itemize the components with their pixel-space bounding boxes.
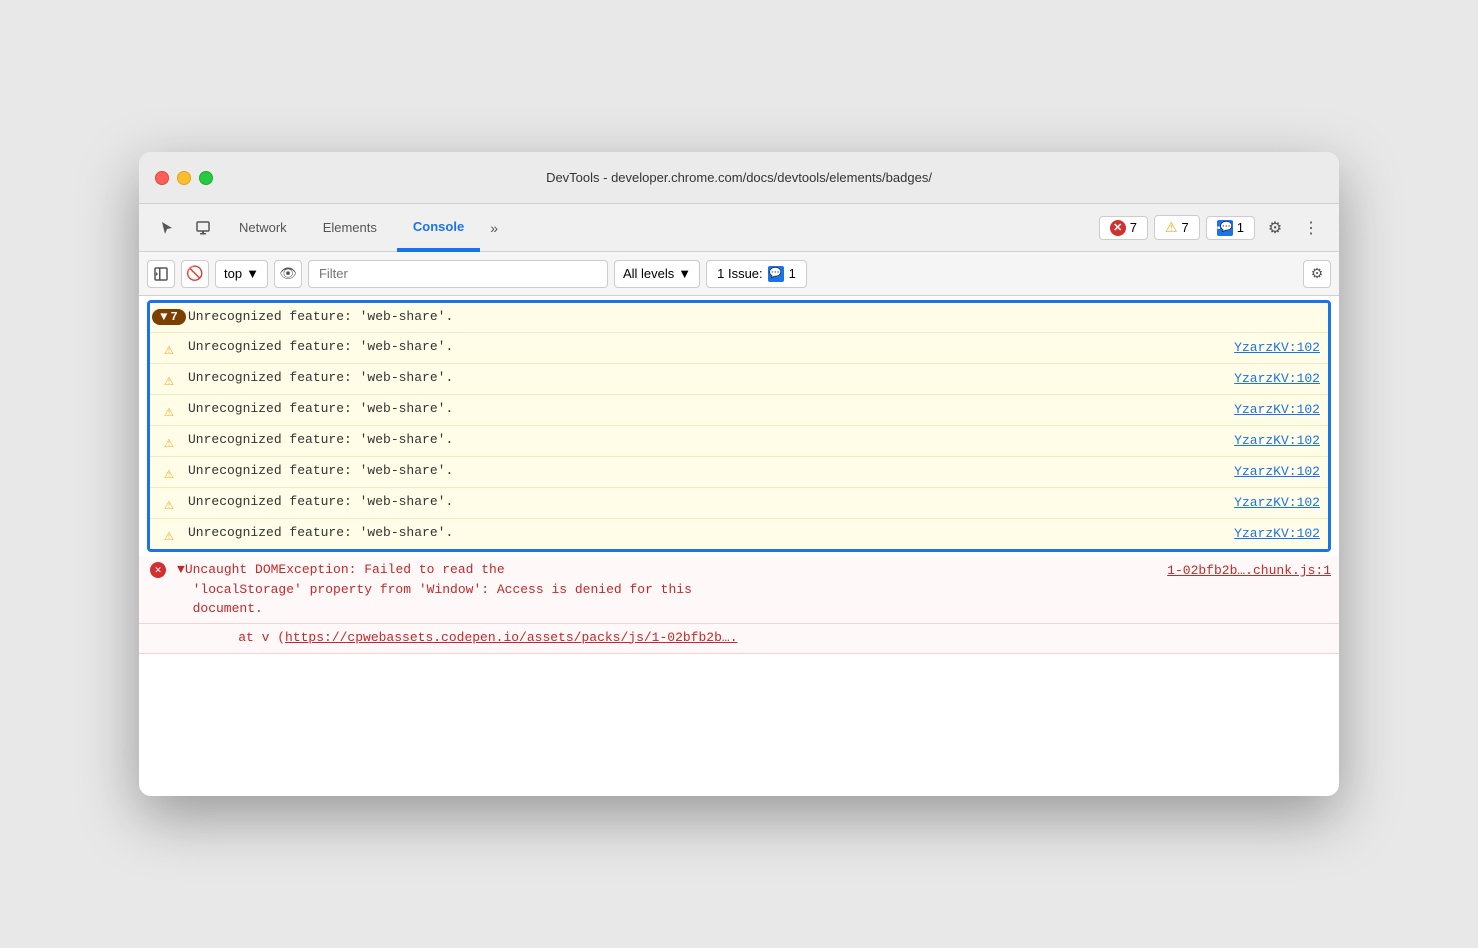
- warn-link-7[interactable]: YzarzKV:102: [1234, 526, 1320, 541]
- group-header-row[interactable]: ▼ 7 Unrecognized feature: 'web-share'.: [150, 303, 1328, 333]
- error-row: ✕ ▼Uncaught DOMException: Failed to read…: [139, 556, 1339, 624]
- warn-badge[interactable]: ⚠ 7: [1154, 215, 1200, 240]
- warn-text-2: Unrecognized feature: 'web-share'.: [188, 368, 1226, 388]
- warn-icon-5: ⚠: [158, 463, 180, 483]
- more-tabs-button[interactable]: »: [484, 216, 504, 240]
- warn-link-2[interactable]: YzarzKV:102: [1234, 371, 1320, 386]
- more-options-icon[interactable]: ⋮: [1295, 212, 1327, 244]
- warn-link-3[interactable]: YzarzKV:102: [1234, 402, 1320, 417]
- eye-icon[interactable]: 👁: [274, 260, 302, 288]
- error-badge[interactable]: ✕ 7: [1099, 216, 1148, 240]
- warn-icon-3: ⚠: [158, 401, 180, 421]
- warn-text-6: Unrecognized feature: 'web-share'.: [188, 492, 1226, 512]
- warn-icon-7: ⚠: [158, 525, 180, 545]
- devtools-tabbar: Network Elements Console » ✕ 7 ⚠ 7: [139, 204, 1339, 252]
- group-header-text: Unrecognized feature: 'web-share'.: [188, 307, 1320, 327]
- error-icon: ✕: [1110, 220, 1126, 236]
- warn-icon-2: ⚠: [158, 370, 180, 390]
- msg-badge[interactable]: 💬 1: [1206, 216, 1255, 240]
- warn-link-4[interactable]: YzarzKV:102: [1234, 433, 1320, 448]
- group-collapse-icon[interactable]: ▼ 7: [158, 309, 180, 325]
- warn-row-6: ⚠ Unrecognized feature: 'web-share'. Yza…: [150, 488, 1328, 519]
- error-text: ▼Uncaught DOMException: Failed to read t…: [177, 560, 1159, 619]
- log-levels-selector[interactable]: All levels ▼: [614, 260, 700, 288]
- traffic-lights: [155, 171, 213, 185]
- error-subrow: at v (https://cpwebassets.codepen.io/ass…: [139, 624, 1339, 654]
- close-button[interactable]: [155, 171, 169, 185]
- warn-count: 7: [1182, 220, 1189, 235]
- context-dropdown-icon: ▼: [246, 266, 259, 281]
- error-subtext: at v (https://cpwebassets.codepen.io/ass…: [175, 628, 1331, 648]
- titlebar: DevTools - developer.chrome.com/docs/dev…: [139, 152, 1339, 204]
- warn-icon: ⚠: [1165, 219, 1178, 236]
- error-link[interactable]: 1-02bfb2b….chunk.js:1: [1167, 563, 1331, 578]
- warn-row-1: ⚠ Unrecognized feature: 'web-share'. Yza…: [150, 333, 1328, 364]
- warn-link-6[interactable]: YzarzKV:102: [1234, 495, 1320, 510]
- warning-group-box: ▼ 7 Unrecognized feature: 'web-share'. ⚠…: [147, 300, 1331, 552]
- warn-text-5: Unrecognized feature: 'web-share'.: [188, 461, 1226, 481]
- error-sub-link[interactable]: https://cpwebassets.codepen.io/assets/pa…: [285, 630, 737, 645]
- tab-elements[interactable]: Elements: [307, 212, 393, 244]
- error-icon-row: ✕: [147, 562, 169, 578]
- window-title: DevTools - developer.chrome.com/docs/dev…: [546, 170, 932, 185]
- settings-icon[interactable]: ⚙: [1259, 212, 1291, 244]
- warn-icon-4: ⚠: [158, 432, 180, 452]
- minimize-button[interactable]: [177, 171, 191, 185]
- warn-text-3: Unrecognized feature: 'web-share'.: [188, 399, 1226, 419]
- clear-console-button[interactable]: 🚫: [181, 260, 209, 288]
- console-content: ▼ 7 Unrecognized feature: 'web-share'. ⚠…: [139, 296, 1339, 796]
- warn-icon-6: ⚠: [158, 494, 180, 514]
- error-count: 7: [1130, 220, 1137, 235]
- warn-text-1: Unrecognized feature: 'web-share'.: [188, 337, 1226, 357]
- cursor-icon[interactable]: [151, 212, 183, 244]
- sidebar-toggle-button[interactable]: [147, 260, 175, 288]
- console-toolbar: 🚫 top ▼ 👁 All levels ▼ 1 Issue: 💬 1 ⚙: [139, 252, 1339, 296]
- warn-row-3: ⚠ Unrecognized feature: 'web-share'. Yza…: [150, 395, 1328, 426]
- warn-text-7: Unrecognized feature: 'web-share'.: [188, 523, 1226, 543]
- warn-link-1[interactable]: YzarzKV:102: [1234, 340, 1320, 355]
- warn-row-2: ⚠ Unrecognized feature: 'web-share'. Yza…: [150, 364, 1328, 395]
- group-count: 7: [171, 310, 178, 324]
- badge-group: ✕ 7 ⚠ 7 💬 1: [1099, 215, 1255, 240]
- warn-text-4: Unrecognized feature: 'web-share'.: [188, 430, 1226, 450]
- issues-msg-icon: 💬: [768, 266, 784, 282]
- msg-count: 1: [1237, 220, 1244, 235]
- warn-link-5[interactable]: YzarzKV:102: [1234, 464, 1320, 479]
- group-chevron-icon: ▼: [160, 310, 167, 324]
- warn-row-7: ⚠ Unrecognized feature: 'web-share'. Yza…: [150, 519, 1328, 549]
- warn-icon-1: ⚠: [158, 339, 180, 359]
- levels-chevron-icon: ▼: [678, 266, 691, 281]
- tab-network[interactable]: Network: [223, 212, 303, 244]
- filter-input[interactable]: [308, 260, 608, 288]
- warn-row-5: ⚠ Unrecognized feature: 'web-share'. Yza…: [150, 457, 1328, 488]
- error-expand-icon[interactable]: ▼: [177, 562, 185, 577]
- issues-button[interactable]: 1 Issue: 💬 1: [706, 260, 807, 288]
- console-settings-icon[interactable]: ⚙: [1303, 260, 1331, 288]
- tab-console[interactable]: Console: [397, 204, 480, 252]
- inspect-icon[interactable]: [187, 212, 219, 244]
- warn-row-4: ⚠ Unrecognized feature: 'web-share'. Yza…: [150, 426, 1328, 457]
- context-selector[interactable]: top ▼: [215, 260, 268, 288]
- error-main-text: Uncaught DOMException: Failed to read th…: [177, 562, 692, 616]
- maximize-button[interactable]: [199, 171, 213, 185]
- msg-icon: 💬: [1217, 220, 1233, 236]
- devtools-window: DevTools - developer.chrome.com/docs/dev…: [139, 152, 1339, 796]
